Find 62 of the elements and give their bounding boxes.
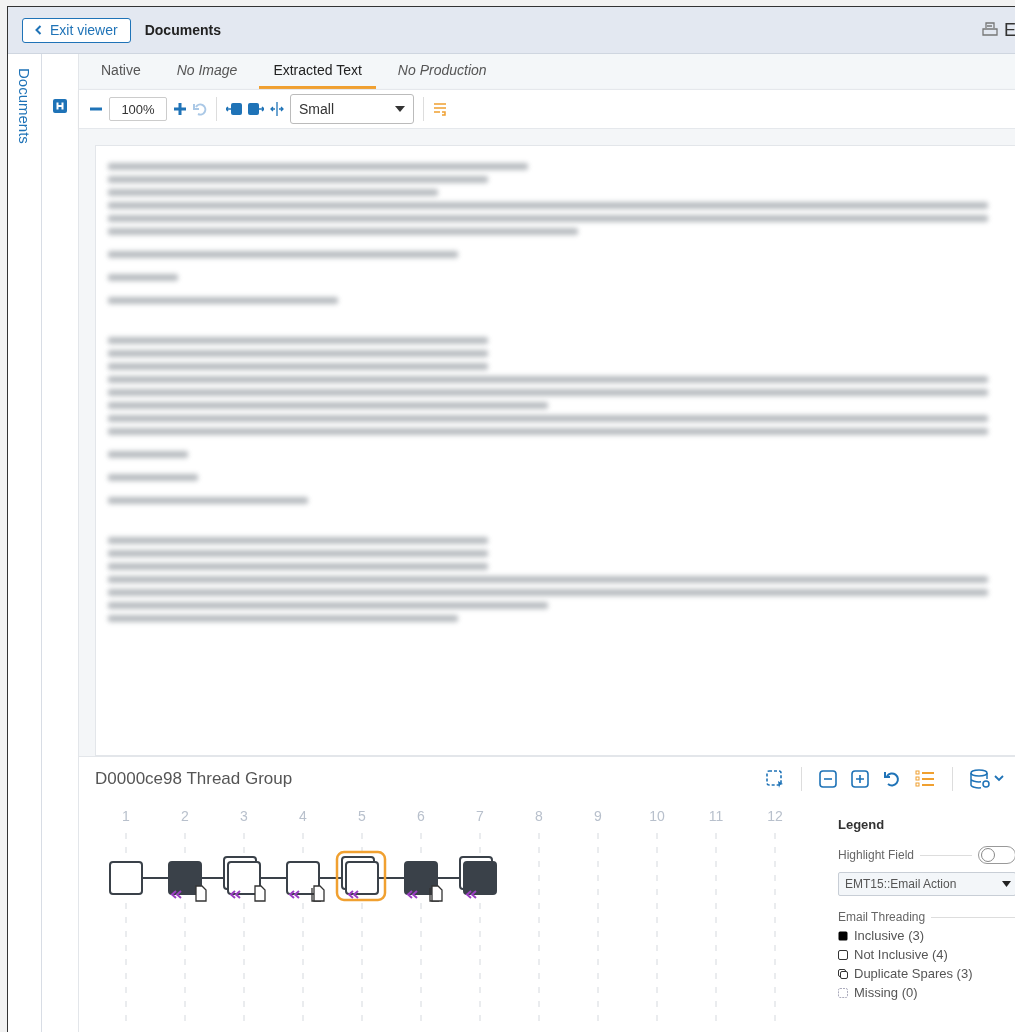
- previous-hit-button[interactable]: [226, 102, 242, 116]
- caret-down-icon: [1002, 881, 1011, 887]
- database-settings-button[interactable]: [970, 769, 1006, 789]
- zoom-out-button[interactable]: [89, 107, 103, 111]
- filled-square-node[interactable]: [459, 856, 497, 895]
- column-number: 4: [299, 808, 307, 824]
- column-number: 8: [535, 808, 543, 824]
- page-title: Documents: [144, 22, 221, 38]
- connector-line: [142, 877, 169, 879]
- size-dropdown[interactable]: Small: [290, 94, 414, 124]
- viewer-tab[interactable]: Extracted Text: [259, 62, 376, 89]
- column-number: 9: [594, 808, 602, 824]
- highlight-field-label: Highlight Field: [838, 848, 915, 862]
- legend-title: Legend: [838, 817, 886, 832]
- minus-icon: [89, 107, 103, 111]
- filled-square-node[interactable]: [404, 861, 438, 895]
- column-number: 10: [649, 808, 665, 824]
- legend-item: Not Inclusive (4): [854, 947, 948, 962]
- connector-line: [378, 877, 405, 879]
- zoom-field[interactable]: 100%: [109, 97, 167, 121]
- filled-square-node[interactable]: [168, 861, 202, 895]
- outline-square-node[interactable]: [335, 850, 387, 902]
- column-number: 1: [122, 808, 130, 824]
- outline-square-node[interactable]: [223, 856, 261, 895]
- highlight-toggle[interactable]: [978, 846, 1015, 864]
- highlight-h-icon[interactable]: [53, 99, 67, 113]
- highlight-field-dropdown[interactable]: EMT15::Email Action: [838, 872, 1015, 896]
- column-number: 12: [767, 808, 783, 824]
- email-threading-heading: Email Threading: [838, 910, 926, 924]
- reset-button[interactable]: [883, 770, 901, 788]
- outline-square-node[interactable]: [286, 861, 320, 895]
- filled-square-icon: [838, 930, 848, 941]
- exit-viewer-button[interactable]: Exit viewer: [22, 17, 131, 43]
- stacked-squares-icon: [838, 968, 848, 979]
- connector-line: [260, 877, 287, 879]
- thread-group-title: D0000ce98 Thread Group: [95, 769, 293, 789]
- legend-item: Missing (0): [854, 985, 918, 1000]
- column-number: 7: [476, 808, 484, 824]
- zoom-in-button[interactable]: [173, 102, 187, 116]
- printer-icon[interactable]: [982, 22, 998, 38]
- column-number: 5: [358, 808, 366, 824]
- dotted-square-icon: [838, 987, 848, 998]
- column-number: 2: [181, 808, 189, 824]
- square-outline-icon: [838, 949, 848, 960]
- zoom-out-button[interactable]: [819, 770, 837, 788]
- outline-square-node[interactable]: [109, 861, 143, 895]
- viewer-tab[interactable]: No Production: [383, 62, 501, 89]
- column-number: 11: [708, 808, 724, 824]
- caret-down-icon: [395, 106, 405, 112]
- column-number: 3: [240, 808, 248, 824]
- chevron-left-icon: [35, 25, 42, 35]
- viewer-tab[interactable]: Native: [87, 62, 155, 89]
- column-width-button[interactable]: [270, 101, 284, 117]
- column-number: 6: [417, 808, 425, 824]
- legend-item: Inclusive (3): [854, 928, 925, 943]
- select-area-button[interactable]: [766, 770, 784, 788]
- legend-item: Duplicate Spares (3): [854, 966, 973, 981]
- viewer-tab[interactable]: No Image: [162, 62, 252, 89]
- documents-side-tab[interactable]: Documents: [16, 68, 33, 144]
- zoom-in-button[interactable]: [851, 770, 869, 788]
- header-action-label[interactable]: E: [1004, 19, 1015, 41]
- next-hit-button[interactable]: [248, 102, 264, 116]
